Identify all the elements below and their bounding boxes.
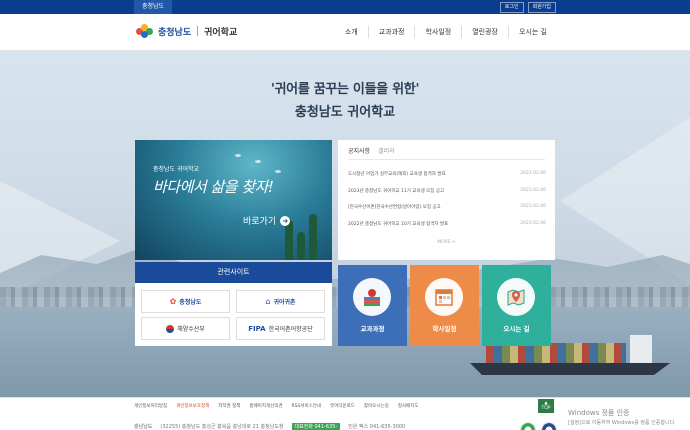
fipa-logo: FIPA	[248, 324, 266, 333]
quick-curriculum-tile[interactable]: 교과과정	[338, 265, 407, 346]
map-pin-icon	[497, 278, 535, 316]
book-apple-icon	[353, 278, 391, 316]
hero-headline-line1: '귀어를 꿈꾸는 이들을 위한'	[270, 82, 420, 97]
related-site-label: 해양수산부	[177, 326, 205, 333]
site-header: 충청남도 귀어학교 소개 교과과정 학사일정 열린광장 오시는 길	[0, 14, 690, 51]
house-icon: ⌂	[265, 297, 271, 306]
footer-address: 충남남도 (32255) 충청남도 홍성군 홍북읍 충남대로 21 충청남도청 …	[134, 423, 405, 430]
nav-schedule[interactable]: 학사일정	[414, 26, 461, 38]
chungnam-flower-icon: ✿	[169, 297, 177, 306]
site-logo[interactable]: 충청남도 귀어학교	[136, 24, 237, 38]
notice-item[interactable]: 도시청년 어업가 실무교육(해외) 교육생 합격자 발표 2023.02.06	[348, 171, 546, 188]
home-region-link[interactable]: 충청남도	[134, 0, 173, 14]
related-site-label: 한국어촌어항공단	[268, 326, 313, 333]
banner-cta-label: 바로가기	[243, 217, 277, 227]
fish-icon	[275, 170, 281, 173]
related-sites-title: 관련사이트	[135, 262, 332, 283]
nav-intro[interactable]: 소개	[335, 26, 368, 38]
quick-tile-label: 학사일정	[432, 325, 457, 333]
notice-more-link[interactable]: MORE +	[338, 240, 555, 245]
taegeuk-icon	[166, 324, 175, 333]
banner-subtitle: 충청남도 귀어학교	[153, 166, 200, 173]
login-link[interactable]: 로그인	[499, 2, 524, 13]
footer-link[interactable]: 저작권 정책	[218, 403, 240, 409]
notice-item[interactable]: [한국수산어촌]한국수산연합(방어어업) 모집 공고 2023.02.06	[348, 204, 546, 221]
notice-date: 2023.02.06	[520, 204, 546, 209]
related-sites-grid: ✿ 충청남도 ⌂ 귀어귀촌 해양수산부 FIPA 한국어촌어항공단	[141, 290, 327, 340]
notice-item[interactable]: 2023년 충청남도 귀어학교 11기 교육생 모집 공고 2023.02.06	[348, 188, 546, 205]
footer-link[interactable]: 개인정보처리방침	[134, 403, 167, 409]
hero-headline: '귀어를 꿈꾸는 이들을 위한' 충청남도 귀어학교	[0, 78, 690, 120]
tab-divider	[348, 159, 545, 160]
tab-notice[interactable]: 공지사항	[348, 146, 371, 160]
scroll-top-label: TOP	[541, 406, 551, 411]
footer-logo: 충남남도	[134, 424, 153, 430]
notice-date: 2023.02.06	[520, 187, 546, 193]
notice-panel: 공지사항 갤러리 도시청년 어업가 실무교육(해외) 교육생 합격자 발표 202…	[338, 140, 555, 260]
utility-bar: 충청남도 로그인 회원가입	[0, 0, 690, 14]
related-site-fipa[interactable]: FIPA 한국어촌어항공단	[236, 317, 325, 340]
related-site-chungnam[interactable]: ✿ 충청남도	[141, 290, 230, 313]
quick-tile-label: 오시는 길	[503, 325, 530, 333]
notice-item[interactable]: 2022년 충청남도 귀어학교 10기 교육생 합격자 발표 2023.02.06	[348, 221, 546, 238]
logo-school-text: 귀어학교	[204, 27, 238, 38]
chungnam-flower-icon	[136, 24, 154, 38]
nav-open-square[interactable]: 열린광장	[461, 26, 508, 38]
notice-tabs: 공지사항 갤러리	[348, 146, 395, 160]
notice-list: 도시청년 어업가 실무교육(해외) 교육생 합격자 발표 2023.02.06 2…	[348, 171, 546, 237]
related-site-mof[interactable]: 해양수산부	[141, 317, 230, 340]
main-nav: 소개 교과과정 학사일정 열린광장 오시는 길	[335, 26, 557, 38]
footer-link[interactable]: 청사배치도	[398, 403, 419, 409]
notice-title: 2022년 충청남도 귀어학교 10기 교육생 합격자 발표	[348, 221, 449, 227]
notice-date: 2023.02.06	[520, 220, 546, 226]
footer-fax: 민원 팩스 041-635-3000	[348, 424, 406, 430]
hero-headline-line2: 충청남도 귀어학교	[294, 105, 396, 120]
related-sites-panel: 관련사이트 ✿ 충청남도 ⌂ 귀어귀촌 해양수산부 FIPA 한국어촌어항공단	[135, 262, 332, 346]
scroll-top-button[interactable]: ▲ TOP	[538, 399, 554, 413]
footer-link-privacy[interactable]: 개인정보보호정책	[176, 403, 209, 409]
footer-phone-badge: 대표전화 041-635-	[291, 423, 341, 430]
related-site-label: 충청남도	[179, 299, 202, 306]
seaweed-decor	[309, 214, 317, 260]
related-site-label: 귀어귀촌	[273, 299, 296, 306]
footer-link[interactable]: 뷰어다운로드	[330, 403, 355, 409]
banner-slogan: 바다에서 삶을 찾자!	[153, 178, 274, 196]
promo-banner[interactable]: 충청남도 귀어학교 바다에서 삶을 찾자! 바로가기 ➜	[135, 140, 332, 260]
calendar-icon	[425, 278, 463, 316]
notice-date: 2023.02.06	[520, 171, 546, 176]
quick-tile-label: 교과과정	[360, 325, 385, 333]
windows-activation-watermark: Windows 정품 인증 [설정]으로 이동하여 Windows를 정품 인증…	[568, 408, 676, 426]
footer-link[interactable]: 찾아오시는길	[364, 403, 389, 409]
related-site-return-farm[interactable]: ⌂ 귀어귀촌	[236, 290, 325, 313]
watermark-title: Windows 정품 인증	[568, 409, 630, 417]
arrow-right-icon: ➜	[280, 215, 291, 226]
quick-schedule-tile[interactable]: 학사일정	[410, 265, 479, 346]
watermark-desc: [설정]으로 이동하여 Windows를 정품 인증합니다.	[568, 420, 676, 426]
footer-address-text: (32255) 충청남도 홍성군 홍북읍 충남대로 21 충청남도청	[160, 424, 284, 430]
seaweed-decor	[297, 232, 305, 260]
banner-cta-button[interactable]: 바로가기 ➜	[243, 214, 291, 227]
notice-title: 도시청년 어업가 실무교육(해외) 교육생 합격자 발표	[348, 172, 446, 177]
logo-divider	[197, 26, 199, 36]
utility-links: 로그인 회원가입	[499, 2, 556, 13]
footer-links: 개인정보처리방침 개인정보보호정책 저작권 정책 홈페이지개선의견 RSS서비스…	[134, 403, 418, 409]
notice-title: [한국수산어촌]한국수산연합(방어어업) 모집 공고	[348, 205, 441, 210]
quick-directions-tile[interactable]: 오시는 길	[482, 265, 551, 346]
signup-link[interactable]: 회원가입	[527, 2, 556, 13]
tab-gallery[interactable]: 갤러리	[378, 146, 395, 160]
nav-curriculum[interactable]: 교과과정	[367, 26, 415, 38]
fish-icon	[255, 160, 261, 163]
nav-directions[interactable]: 오시는 길	[508, 26, 557, 38]
logo-region-text: 충청남도	[158, 27, 192, 38]
footer-link[interactable]: RSS서비스안내	[292, 403, 322, 409]
notice-title: 2023년 충청남도 귀어학교 11기 교육생 모집 공고	[348, 188, 445, 194]
fish-icon	[235, 154, 241, 157]
footer-link[interactable]: 홈페이지개선의견	[249, 403, 282, 409]
